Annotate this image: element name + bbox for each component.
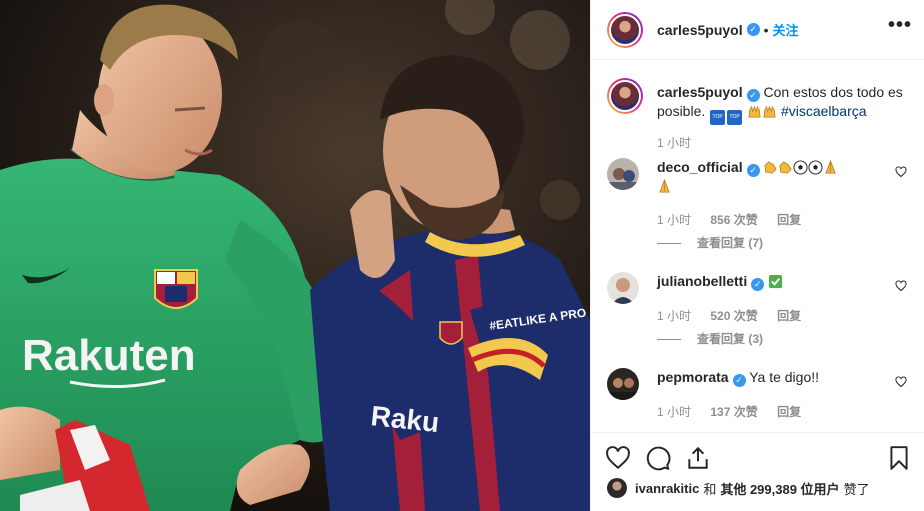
likes-summary[interactable]: ivanrakitic 和 其他 299,389 位用户 赞了 bbox=[607, 478, 870, 498]
share-icon[interactable] bbox=[685, 445, 711, 471]
comment-avatar[interactable] bbox=[607, 368, 639, 400]
verified-badge-icon: ✓ bbox=[746, 164, 760, 177]
top-badge-emoji: TOP bbox=[710, 110, 726, 125]
more-options-icon[interactable]: ••• bbox=[888, 14, 912, 37]
verified-badge-icon: ✓ bbox=[751, 278, 765, 291]
comment-like-heart-icon[interactable] bbox=[895, 376, 907, 388]
comment-username[interactable]: pepmorata bbox=[657, 369, 729, 385]
action-bar bbox=[591, 432, 924, 477]
check-mark-button-emoji bbox=[769, 274, 783, 289]
likes-conj: 和 bbox=[703, 481, 717, 497]
comment-text: deco_official ✓ bbox=[657, 158, 875, 196]
likes-others-count[interactable]: 其他 299,389 位用户 bbox=[720, 479, 839, 498]
comment-reply-button[interactable]: 回复 bbox=[777, 213, 801, 227]
soccer-ball-emoji bbox=[793, 160, 809, 175]
photo-illustration: Rakuten #EATLIKE A PRO Raku bbox=[0, 0, 590, 511]
post-side-panel: carles5puyol ✓ • 关注 ••• carles5puyol ✓ Co… bbox=[590, 0, 924, 511]
comment-likes[interactable]: 856 次赞 bbox=[710, 213, 757, 227]
folded-hands-emoji bbox=[825, 160, 837, 174]
raised-hands-emoji bbox=[763, 105, 776, 118]
raised-hands-emoji bbox=[748, 105, 761, 118]
view-replies-label: 查看回复 (3) bbox=[697, 332, 764, 346]
comment-reply-button[interactable]: 回复 bbox=[777, 309, 801, 323]
caption-username[interactable]: carles5puyol bbox=[657, 84, 743, 100]
caption-hashtag[interactable]: #viscaelbarça bbox=[781, 103, 867, 119]
comment-meta: 1 小时 137 次赞 回复 bbox=[657, 403, 817, 420]
comment-avatar[interactable] bbox=[607, 158, 639, 190]
comment-likes[interactable]: 520 次赞 bbox=[710, 309, 757, 323]
comment-body: Ya te digo!! bbox=[749, 369, 820, 385]
liker-username[interactable]: ivanrakitic bbox=[635, 481, 699, 496]
comment-text: julianobelletti ✓ bbox=[657, 272, 875, 291]
post-header: carles5puyol ✓ • 关注 ••• bbox=[591, 0, 924, 60]
barca-crest-left bbox=[154, 269, 198, 309]
heart-icon[interactable] bbox=[605, 445, 631, 471]
top-badge-emoji: TOP bbox=[727, 110, 743, 125]
barca-crest-right bbox=[439, 321, 463, 345]
comment-username[interactable]: julianobelletti bbox=[657, 273, 747, 289]
post-photo[interactable]: Rakuten #EATLIKE A PRO Raku bbox=[0, 0, 590, 511]
soccer-ball-emoji bbox=[808, 160, 824, 175]
follow-button[interactable]: 关注 bbox=[773, 20, 799, 39]
folded-hands-emoji bbox=[659, 179, 670, 193]
comment-avatar[interactable] bbox=[607, 272, 639, 304]
comment-time[interactable]: 1 小时 bbox=[657, 405, 691, 419]
view-replies-button[interactable]: 查看回复 (3) bbox=[657, 330, 763, 347]
likes-suffix: 赞了 bbox=[843, 481, 870, 497]
comment-time[interactable]: 1 小时 bbox=[657, 213, 691, 227]
comment-likes[interactable]: 137 次赞 bbox=[710, 405, 757, 419]
comment-like-heart-icon[interactable] bbox=[895, 166, 907, 178]
comment-time[interactable]: 1 小时 bbox=[657, 309, 691, 323]
comments-list[interactable]: carles5puyol ✓ Con estos dos todo es posi… bbox=[591, 60, 924, 432]
verified-badge-icon: ✓ bbox=[746, 23, 760, 36]
verified-badge-icon: ✓ bbox=[732, 374, 746, 387]
comment-meta: 1 小时 520 次赞 回复 bbox=[657, 307, 817, 324]
sponsor-text-left: Rakuten bbox=[22, 331, 196, 380]
author-username[interactable]: carles5puyol bbox=[657, 22, 743, 38]
view-replies-label: 查看回复 (7) bbox=[697, 236, 764, 250]
caption-meta: 1 小时 bbox=[657, 134, 707, 151]
post-viewer: Rakuten #EATLIKE A PRO Raku carles5puyol… bbox=[0, 0, 924, 511]
comment-text: pepmorata ✓ Ya te digo!! bbox=[657, 368, 875, 387]
comment-like-heart-icon[interactable] bbox=[895, 280, 907, 292]
liker-avatar[interactable] bbox=[607, 478, 627, 498]
comment-username[interactable]: deco_official bbox=[657, 159, 743, 175]
comment-reply-button[interactable]: 回复 bbox=[777, 405, 801, 419]
view-replies-button[interactable]: 查看回复 (7) bbox=[657, 234, 763, 251]
caption-text: carles5puyol ✓ Con estos dos todo es posi… bbox=[657, 83, 907, 125]
verified-badge-icon: ✓ bbox=[746, 89, 760, 102]
comment-meta: 1 小时 856 次赞 回复 bbox=[657, 211, 817, 228]
header-separator: • bbox=[763, 21, 769, 38]
caption-avatar[interactable] bbox=[607, 78, 643, 114]
author-avatar[interactable] bbox=[607, 11, 643, 48]
clapping-hands-emoji bbox=[764, 161, 778, 174]
clapping-hands-emoji bbox=[779, 161, 793, 174]
caption-time[interactable]: 1 小时 bbox=[657, 136, 691, 150]
comment-icon[interactable] bbox=[645, 445, 671, 471]
bookmark-icon[interactable] bbox=[886, 445, 912, 471]
